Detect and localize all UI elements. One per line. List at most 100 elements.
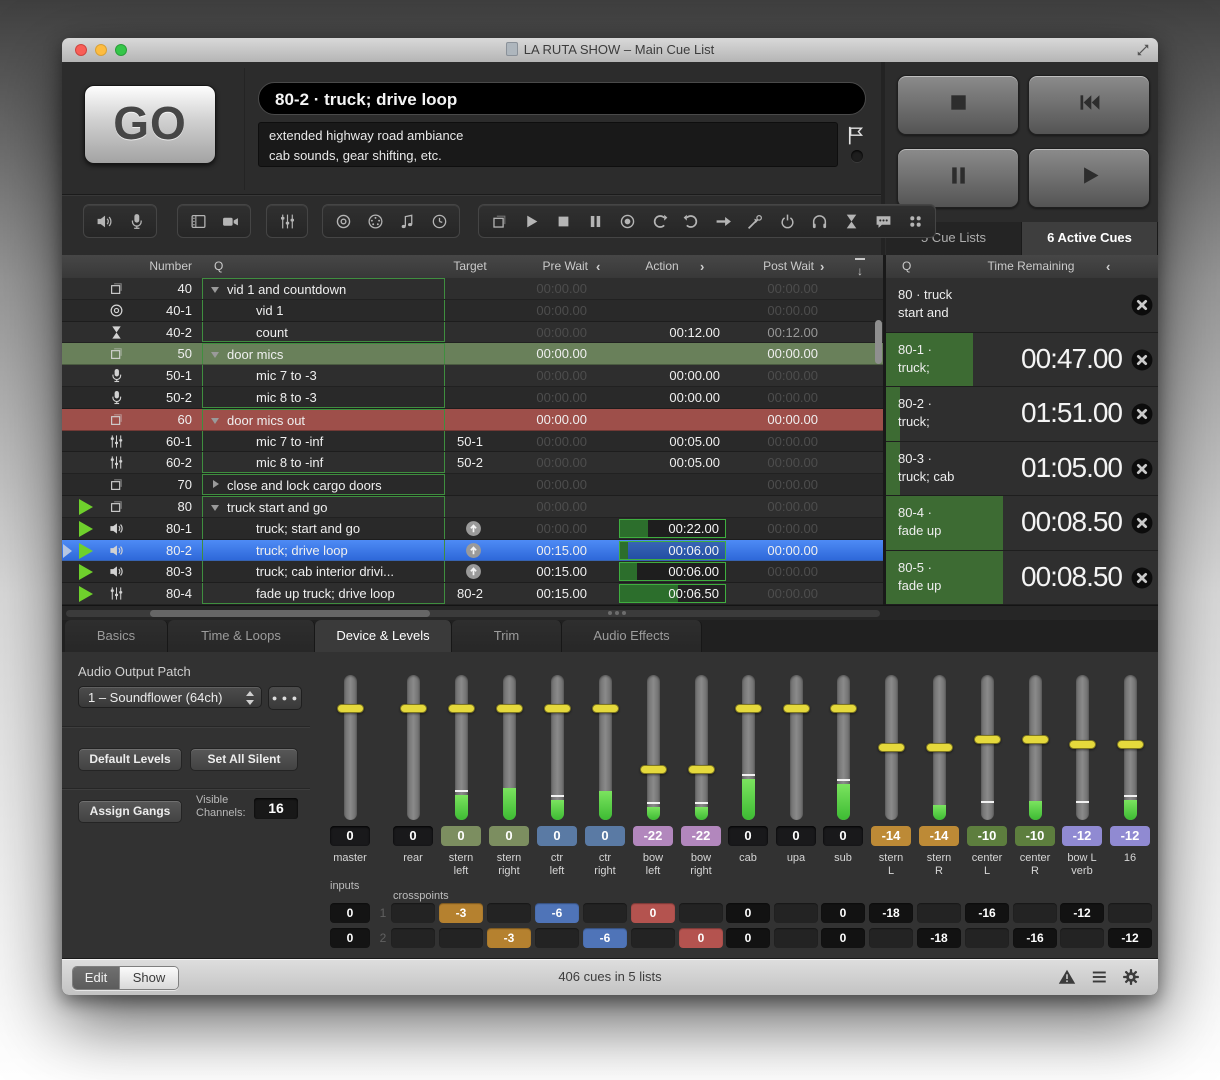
disclosure-open-icon[interactable] bbox=[211, 352, 219, 358]
post-wait-value[interactable]: 00:00.00 bbox=[722, 518, 818, 540]
cue-row-60-1[interactable]: 60-1mic 7 to -inf50-100:00.0000:05.0000:… bbox=[62, 431, 884, 453]
crosspoint-cell[interactable] bbox=[631, 928, 675, 948]
pre-wait-value[interactable]: 00:00.00 bbox=[492, 431, 587, 453]
headphones-icon[interactable] bbox=[810, 213, 828, 230]
fader-track-center-L[interactable] bbox=[981, 675, 994, 820]
crosspoint-cell[interactable] bbox=[1013, 903, 1057, 923]
fader-value[interactable]: -12 bbox=[1110, 826, 1150, 846]
action-value[interactable]: 00:05.00 bbox=[625, 452, 720, 474]
crosspoint-cell[interactable]: -18 bbox=[917, 928, 961, 948]
crosspoint-cell[interactable]: 0 bbox=[726, 928, 770, 948]
disclosure-open-icon[interactable] bbox=[211, 418, 219, 424]
fader-track-ctr-right[interactable] bbox=[599, 675, 612, 820]
cue-row-80[interactable]: 80truck start and go00:00.0000:00.00 bbox=[62, 496, 884, 518]
assign-gangs-button[interactable]: Assign Gangs bbox=[78, 800, 182, 823]
action-value[interactable]: 00:00.00 bbox=[625, 387, 720, 409]
fader-track-sub[interactable] bbox=[837, 675, 850, 820]
fader-handle[interactable] bbox=[974, 735, 1001, 744]
fader-handle[interactable] bbox=[1069, 740, 1096, 749]
chat-icon[interactable] bbox=[874, 213, 892, 230]
crosspoint-cell[interactable] bbox=[487, 903, 531, 923]
fader-handle[interactable] bbox=[926, 743, 953, 752]
patch-settings-button[interactable]: ● ● ● bbox=[268, 686, 302, 710]
cue-row-50-2[interactable]: 50-2mic 8 to -300:00.0000:00.0000:00.00 bbox=[62, 387, 884, 409]
set-all-silent-button[interactable]: Set All Silent bbox=[190, 748, 298, 771]
crosspoint-cell[interactable] bbox=[1060, 928, 1104, 948]
fader-value[interactable]: 0 bbox=[537, 826, 577, 846]
faders-icon[interactable] bbox=[278, 213, 296, 230]
active-cue-row[interactable]: 80-1 · truck;00:47.00 bbox=[886, 333, 1158, 388]
fader-handle[interactable] bbox=[878, 743, 905, 752]
action-expand-icon[interactable]: › bbox=[700, 255, 704, 278]
fader-handle[interactable] bbox=[400, 704, 427, 713]
crosspoint-cell[interactable] bbox=[535, 928, 579, 948]
cue-list-horizontal-scrollbar[interactable] bbox=[66, 610, 880, 617]
crosspoint-cell[interactable] bbox=[774, 903, 818, 923]
cue-row-40-2[interactable]: 40-2count00:00.0000:12.0000:12.00 bbox=[62, 322, 884, 344]
column-q[interactable]: Q bbox=[214, 255, 223, 278]
crosspoint-cell[interactable]: -6 bbox=[535, 903, 579, 923]
resume-all-button[interactable] bbox=[1028, 148, 1150, 208]
stop-cue-button[interactable] bbox=[1131, 294, 1153, 316]
cue-row-40-1[interactable]: 40-1vid 100:00.0000:00.00 bbox=[62, 300, 884, 322]
fader-handle[interactable] bbox=[448, 704, 475, 713]
fader-value[interactable]: 0 bbox=[330, 826, 370, 846]
tab-time-loops[interactable]: Time & Loops bbox=[168, 620, 315, 652]
fader-handle[interactable] bbox=[496, 704, 523, 713]
pre-wait-value[interactable]: 00:00.00 bbox=[492, 452, 587, 474]
post-wait-value[interactable]: 00:00.00 bbox=[722, 540, 818, 562]
active-column-q[interactable]: Q bbox=[902, 255, 911, 278]
power-icon[interactable] bbox=[778, 213, 796, 230]
column-target[interactable]: Target bbox=[430, 255, 510, 278]
stop-all-button[interactable] bbox=[897, 75, 1019, 135]
column-action[interactable]: Action bbox=[632, 255, 692, 278]
fader-value[interactable]: -14 bbox=[919, 826, 959, 846]
crosspoint-cell[interactable]: -6 bbox=[583, 928, 627, 948]
reset-button[interactable] bbox=[1028, 75, 1150, 135]
pre-wait-value[interactable]: 00:00.00 bbox=[492, 474, 587, 496]
camera-icon[interactable] bbox=[221, 213, 239, 230]
pause-icon[interactable] bbox=[586, 213, 604, 230]
cue-row-50[interactable]: 50door mics00:00.0000:00.00 bbox=[62, 343, 884, 365]
crosspoint-cell[interactable] bbox=[583, 903, 627, 923]
post-wait-value[interactable]: 00:00.00 bbox=[722, 300, 818, 322]
arrow-right-icon[interactable] bbox=[714, 213, 732, 230]
cue-notes-field[interactable]: extended highway road ambiancecab sounds… bbox=[258, 122, 838, 167]
crosspoint-cell[interactable] bbox=[391, 928, 435, 948]
fader-track-master[interactable] bbox=[344, 675, 357, 820]
fader-handle[interactable] bbox=[735, 704, 762, 713]
pre-wait-value[interactable]: 00:00.00 bbox=[492, 496, 587, 518]
crosspoint-cell[interactable]: -12 bbox=[1060, 903, 1104, 923]
fader-handle[interactable] bbox=[544, 704, 571, 713]
pre-wait-collapse-icon[interactable]: ‹ bbox=[596, 255, 600, 278]
stop-cue-button[interactable] bbox=[1131, 349, 1153, 371]
undo-icon[interactable] bbox=[650, 213, 668, 230]
gear-icon[interactable] bbox=[1122, 968, 1140, 986]
crosspoint-cell[interactable]: 0 bbox=[679, 928, 723, 948]
post-wait-value[interactable]: 00:00.00 bbox=[722, 452, 818, 474]
active-cue-row[interactable]: 80-3 · truck; cab01:05.00 bbox=[886, 442, 1158, 497]
input-level-value[interactable]: 0 bbox=[330, 928, 370, 948]
fader-value[interactable]: -10 bbox=[1015, 826, 1055, 846]
cue-row-70[interactable]: 70close and lock cargo doors00:00.0000:0… bbox=[62, 474, 884, 496]
splitter-grip[interactable] bbox=[608, 611, 632, 616]
audio-output-patch-select[interactable]: 1 – Soundflower (64ch) bbox=[78, 686, 262, 708]
pre-wait-value[interactable]: 00:15.00 bbox=[492, 561, 587, 583]
tab-basics[interactable]: Basics bbox=[65, 620, 168, 652]
cue-row-40[interactable]: 40vid 1 and countdown00:00.0000:00.00 bbox=[62, 278, 884, 300]
fullscreen-icon[interactable] bbox=[1136, 43, 1150, 57]
fader-track-bow-left[interactable] bbox=[647, 675, 660, 820]
clock-icon[interactable] bbox=[430, 213, 448, 230]
cue-row-80-4[interactable]: 80-4fade up truck; drive loop80-200:15.0… bbox=[62, 583, 884, 605]
stop-cue-button[interactable] bbox=[1131, 567, 1153, 589]
fader-track-bow-right[interactable] bbox=[695, 675, 708, 820]
pause-all-button[interactable] bbox=[897, 148, 1019, 208]
fader-handle[interactable] bbox=[688, 765, 715, 774]
post-wait-value[interactable]: 00:00.00 bbox=[722, 561, 818, 583]
crosspoint-cell[interactable]: 0 bbox=[726, 903, 770, 923]
tab-trim[interactable]: Trim bbox=[452, 620, 562, 652]
crosspoint-cell[interactable]: -16 bbox=[965, 903, 1009, 923]
crosspoint-cell[interactable]: -12 bbox=[1108, 928, 1152, 948]
crosspoint-cell[interactable] bbox=[439, 928, 483, 948]
cue-row-60-2[interactable]: 60-2mic 8 to -inf50-200:00.0000:05.0000:… bbox=[62, 452, 884, 474]
